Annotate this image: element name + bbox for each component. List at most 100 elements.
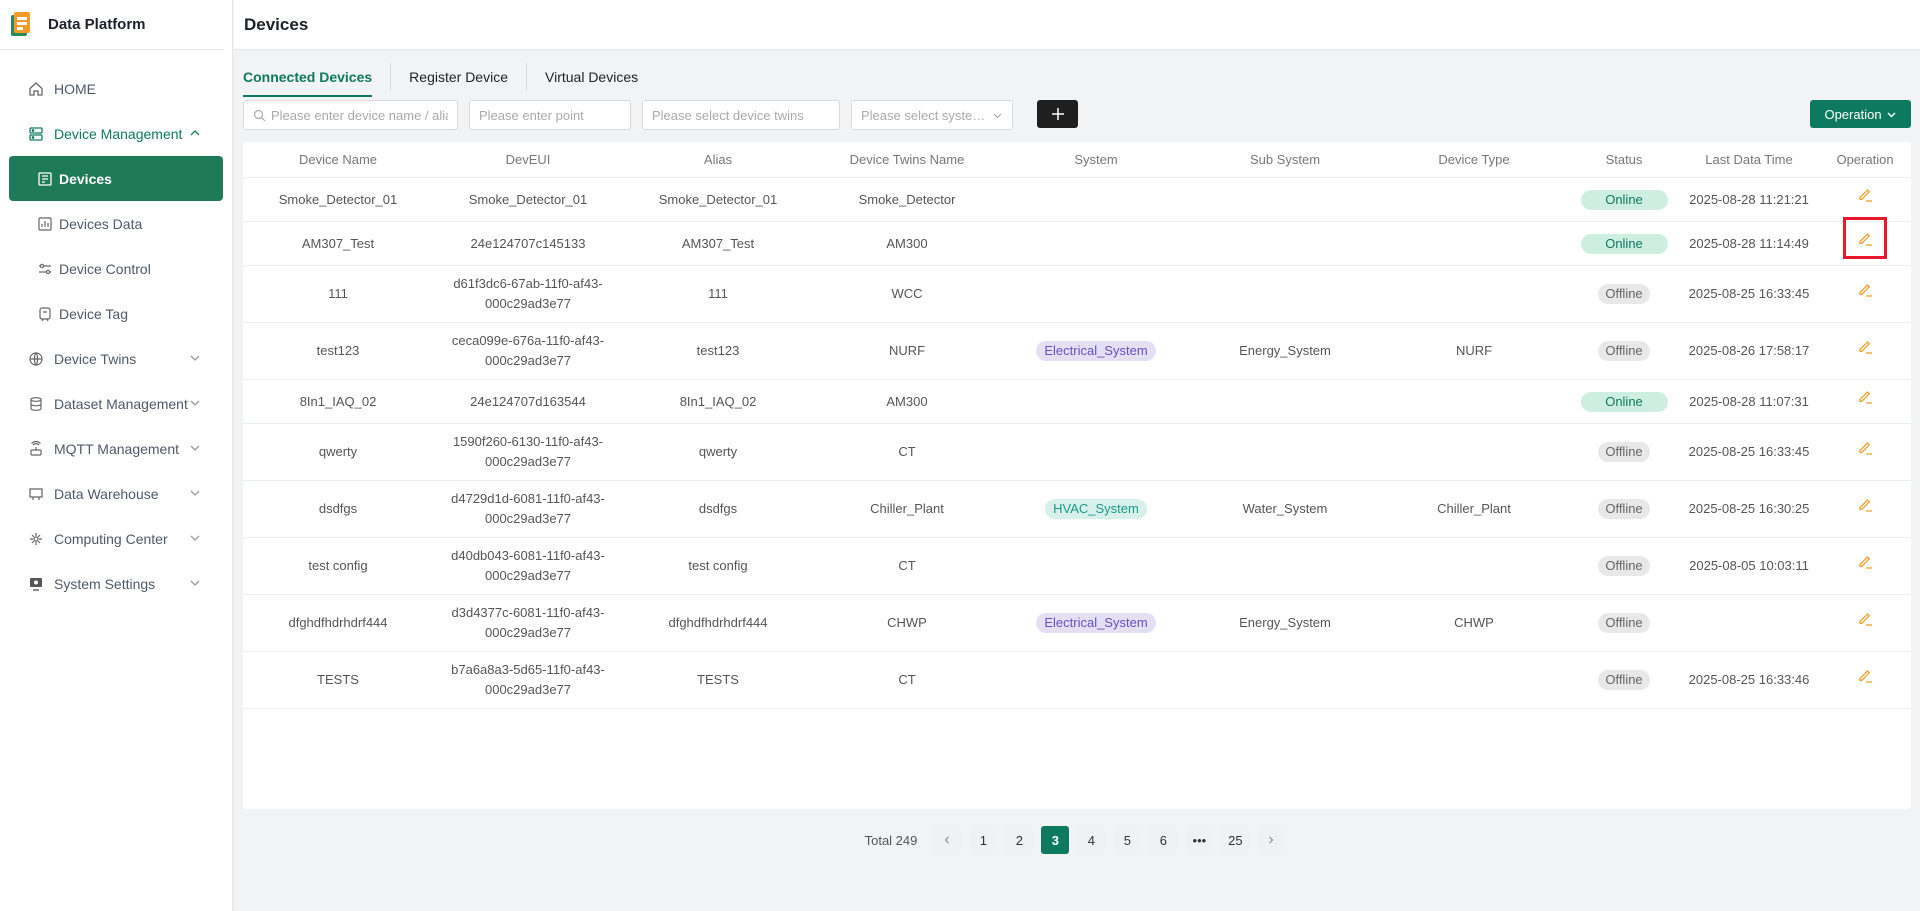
pagination-page-button[interactable]: 25 [1221,826,1250,854]
cell-sub-system: Energy_System [1239,343,1331,358]
device-management-icon [27,125,45,143]
pagination-page-button[interactable]: 2 [1005,826,1034,854]
chevron-left-icon [944,836,950,844]
cell-status: Offline [1514,670,1734,690]
point-input[interactable] [479,107,621,123]
chevron-down-icon [993,113,1002,118]
deveui-line: 24e124707c145133 [470,235,586,251]
table-row: qwerty qwerty CT 2025-08-25 16:33:45 1590f26… [243,424,1911,481]
column-header-sub-system: Sub System [1249,151,1321,167]
deveui-line: 000c29ad3e77 [484,296,572,311]
cell-operation [1755,336,1920,358]
tab-virtual-devices[interactable]: Virtual Devices [526,63,656,91]
edit-icon[interactable] [1855,437,1875,457]
sidebar-item-label: System Settings [54,575,156,592]
cell-deveui: b7a6a8a3-5d65-11f0-af43- 000c29ad3e77 [418,660,638,700]
pagination-next-button[interactable] [1257,826,1286,854]
cell-operation [1755,217,1920,259]
cell-device-name: qwerty [318,444,358,459]
search-icon [253,109,266,121]
cell-alias: qwerty [698,444,738,459]
sidebar-item-computing-center[interactable]: Computing Center [0,516,232,561]
cell-deveui: 24e124707d163544 [418,392,638,412]
status-badge: Offline [1598,442,1650,462]
sidebar-item-device-tag[interactable]: Device Tag [0,291,232,336]
cell-device-name: AM307_Test [301,235,375,251]
cell-status: Online [1514,391,1734,412]
tab-connected-devices[interactable]: Connected Devices [243,63,390,97]
sidebar-item-home[interactable]: HOME [0,66,232,111]
cell-device-twins-name: Smoke_Detector [858,191,956,207]
cell-alias: AM307_Test [681,235,755,251]
cell-operation [1755,551,1920,573]
deveui-line: 000c29ad3e77 [484,511,572,526]
sidebar-item-label: Dataset Management [54,395,188,412]
sidebar-item-device-control[interactable]: Device Control [0,246,232,291]
dataset-icon [27,395,45,413]
cell-alias: dsdfgs [698,501,738,516]
column-header-device-name: Device Name [298,151,378,167]
pagination-page-button[interactable]: 1 [969,826,998,854]
device-twins-placeholder: Please select device twins [652,107,804,123]
deveui-line: b7a6a8a3-5d65-11f0-af43- [451,662,605,677]
cell-alias: test config [688,558,748,573]
sidebar-item-system-settings[interactable]: System Settings [0,561,232,606]
cell-operation [1755,386,1920,408]
cell-alias: dfghdfhdrhdrf444 [668,615,768,630]
cell-device-twins-name: NURF [888,343,926,358]
column-header-operation: Operation [1836,151,1894,167]
edit-icon[interactable] [1855,336,1875,356]
cell-sub-system: Energy_System [1239,615,1331,630]
sidebar-item-dataset-management[interactable]: Dataset Management [0,381,232,426]
table-row: test123 test123 NURF Energy_System NURF 2025-… [243,323,1911,380]
chevron-right-icon [1269,836,1274,844]
edit-icon[interactable] [1855,279,1875,299]
device-tag-icon [37,306,53,322]
device-name-input[interactable] [271,107,448,123]
cell-system: Electrical_System [986,341,1206,361]
add-device-button[interactable] [1037,100,1078,128]
pagination-page-button[interactable]: 4 [1077,826,1106,854]
operation-button[interactable]: Operation [1810,100,1911,128]
pagination-page-button[interactable]: 3 [1041,826,1070,854]
sidebar-item-device-management[interactable]: Device Management [0,111,232,156]
edit-icon[interactable] [1855,551,1875,571]
sidebar-item-device-twins[interactable]: Device Twins [0,336,232,381]
table-row: 111 111 WCC 2025-08-25 16:33:45 d61f3dc6-67a… [243,266,1911,323]
sidebar-item-label: Device Tag [59,305,129,322]
device-twins-select[interactable]: Please select device twins [642,100,840,130]
sidebar-item-mqtt-management[interactable]: MQTT Management [0,426,232,471]
edit-icon[interactable] [1855,184,1875,204]
pagination-page-button[interactable]: ••• [1185,826,1214,854]
tab-register-device[interactable]: Register Device [390,63,526,91]
edit-icon[interactable] [1855,386,1875,406]
system-select[interactable]: Please select syste… [851,100,1013,130]
deveui-line: ceca099e-676a-11f0-af43- [451,333,605,348]
system-tag: HVAC_System [1045,499,1147,519]
sidebar-item-devices-data[interactable]: Devices Data [0,201,232,246]
sidebar-item-label: Devices [59,170,112,187]
column-header-system: System [1074,151,1118,167]
cell-deveui: d3d4377c-6081-11f0-af43- 000c29ad3e77 [418,603,638,643]
sidebar-item-devices[interactable]: Devices [9,156,223,201]
pagination-prev-button[interactable] [933,826,962,854]
pagination-page-button[interactable]: 5 [1113,826,1142,854]
column-header-deveui: DevEUI [505,151,551,167]
status-badge: Offline [1598,284,1650,304]
cell-deveui: Smoke_Detector_01 [418,190,638,210]
deveui-line: 24e124707d163544 [470,393,586,409]
pagination-page-button[interactable]: 6 [1149,826,1178,854]
deveui-line: Smoke_Detector_01 [468,191,588,207]
sidebar-item-data-warehouse[interactable]: Data Warehouse [0,471,232,516]
deveui-line: 000c29ad3e77 [484,682,572,697]
deveui-line: d3d4377c-6081-11f0-af43- [451,605,605,620]
edit-icon[interactable] [1843,217,1887,259]
sidebar-item-label: Device Twins [54,350,137,367]
edit-icon[interactable] [1855,608,1875,628]
edit-icon[interactable] [1855,494,1875,514]
brand: Data Platform [0,0,223,50]
cell-status: Offline [1514,341,1734,361]
cell-deveui: d4729d1d-6081-11f0-af43- 000c29ad3e77 [418,489,638,529]
sidebar-item-label: Computing Center [54,530,168,547]
edit-icon[interactable] [1855,665,1875,685]
